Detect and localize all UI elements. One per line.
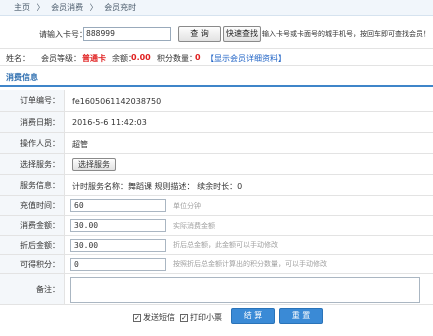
print-receipt-checkbox[interactable]: ✓ 打印小票 (180, 312, 222, 323)
breadcrumb-separator: 〉 (89, 3, 98, 12)
points-value: 0 (195, 53, 201, 62)
earn-points-hint: 按照折后总金额计算出的积分数量，可以手动修改 (173, 260, 327, 268)
points-label: 积分数量： (157, 54, 197, 63)
settle-button[interactable]: 结 算 (231, 308, 275, 324)
remark-label: 备注： (0, 274, 65, 304)
breadcrumb-separator: 〉 (36, 3, 45, 12)
breadcrumb-home[interactable]: 主页 (14, 3, 30, 12)
print-receipt-label: 打印小票 (190, 313, 222, 322)
service-info-row: 服务信息： 计时服务名称：舞蹈课 规则描述： 续余时长：0 (0, 175, 433, 196)
fast-find-button[interactable]: 快速查找 (223, 26, 261, 42)
earn-points-input[interactable]: 0 (70, 258, 166, 271)
action-bar: ✓ 发送短信 ✓ 打印小票 结 算 重 置 (0, 307, 433, 327)
recharge-time-hint: 单位分钟 (173, 202, 201, 210)
member-detail-link[interactable]: 【显示会员详细资料】 (206, 53, 286, 64)
recharge-time-row: 充值时间： 60 单位分钟 (0, 196, 433, 216)
discount-hint: 折后总金额，此金额可以手动修改 (173, 241, 278, 249)
operator-row: 操作人员： 超管 (0, 133, 433, 154)
select-service-label: 选择服务： (0, 154, 65, 174)
order-number-row: 订单编号： fe1605061142038750 (0, 90, 433, 112)
operator-label: 操作人员： (0, 133, 65, 153)
amount-hint: 实际消费金额 (173, 222, 215, 230)
discount-row: 折后金额： 30.00 折后总金额，此金额可以手动修改 (0, 236, 433, 255)
date-value: 2016-5-6 11:42:03 (72, 118, 147, 127)
operator-value: 超管 (72, 140, 88, 149)
card-number-label: 请输入卡号： (39, 30, 87, 39)
date-row: 消费日期： 2016-5-6 11:42:03 (0, 112, 433, 133)
discount-label: 折后金额： (0, 236, 65, 254)
remark-row: 备注： (0, 274, 433, 305)
send-sms-checkbox[interactable]: ✓ 发送短信 (133, 312, 175, 323)
level-value: 普通卡 (82, 54, 106, 63)
remark-textarea[interactable] (70, 277, 420, 303)
card-search-row: 请输入卡号： 888999 查 询 快速查找 输入卡号或卡面号的城手机号，按回车… (3, 24, 430, 46)
earn-points-label: 可得积分： (0, 255, 65, 273)
checkbox-checked-icon: ✓ (133, 313, 141, 322)
amount-input[interactable]: 30.00 (70, 219, 166, 232)
card-search-hint: 输入卡号或卡面号的城手机号，按回车即可查找会员！ (262, 30, 430, 38)
select-service-button[interactable]: 选择服务 (72, 158, 116, 171)
breadcrumb-current: 会员充时 (104, 3, 137, 12)
breadcrumb: 主页 〉 会员消费 〉 会员充时 (0, 0, 433, 16)
send-sms-label: 发送短信 (143, 313, 175, 322)
card-number-input[interactable]: 888999 (83, 27, 171, 41)
select-service-row: 选择服务： 选择服务 (0, 154, 433, 175)
checkbox-checked-icon: ✓ (180, 313, 188, 322)
recharge-time-label: 充值时间： (0, 196, 65, 215)
discount-input[interactable]: 30.00 (70, 239, 166, 252)
amount-row: 消费金额： 30.00 实际消费金额 (0, 216, 433, 236)
service-info-value: 计时服务名称：舞蹈课 规则描述： 续余时长：0 (72, 182, 243, 191)
date-label: 消费日期： (0, 112, 65, 132)
points-row: 可得积分： 0 按照折后总金额计算出的积分数量，可以手动修改 (0, 255, 433, 274)
balance-value: 0.00 (131, 53, 151, 62)
order-number-label: 订单编号： (0, 90, 65, 111)
breadcrumb-member-consume[interactable]: 会员消费 (51, 3, 83, 12)
name-label: 姓名： (6, 54, 30, 63)
reset-button[interactable]: 重 置 (279, 308, 323, 324)
amount-label: 消费金额： (0, 216, 65, 235)
section-title-consume-info: 消费信息 (0, 71, 433, 87)
level-label: 会员等级： (41, 54, 81, 63)
order-number-value: fe1605061142038750 (72, 97, 162, 106)
service-info-label: 服务信息： (0, 175, 65, 195)
query-button[interactable]: 查 询 (178, 26, 221, 42)
member-info-row: 姓名： 会员等级： 普通卡 余额： 0.00 积分数量： 0 【显示会员详细资料… (0, 48, 433, 66)
recharge-time-input[interactable]: 60 (70, 199, 166, 212)
